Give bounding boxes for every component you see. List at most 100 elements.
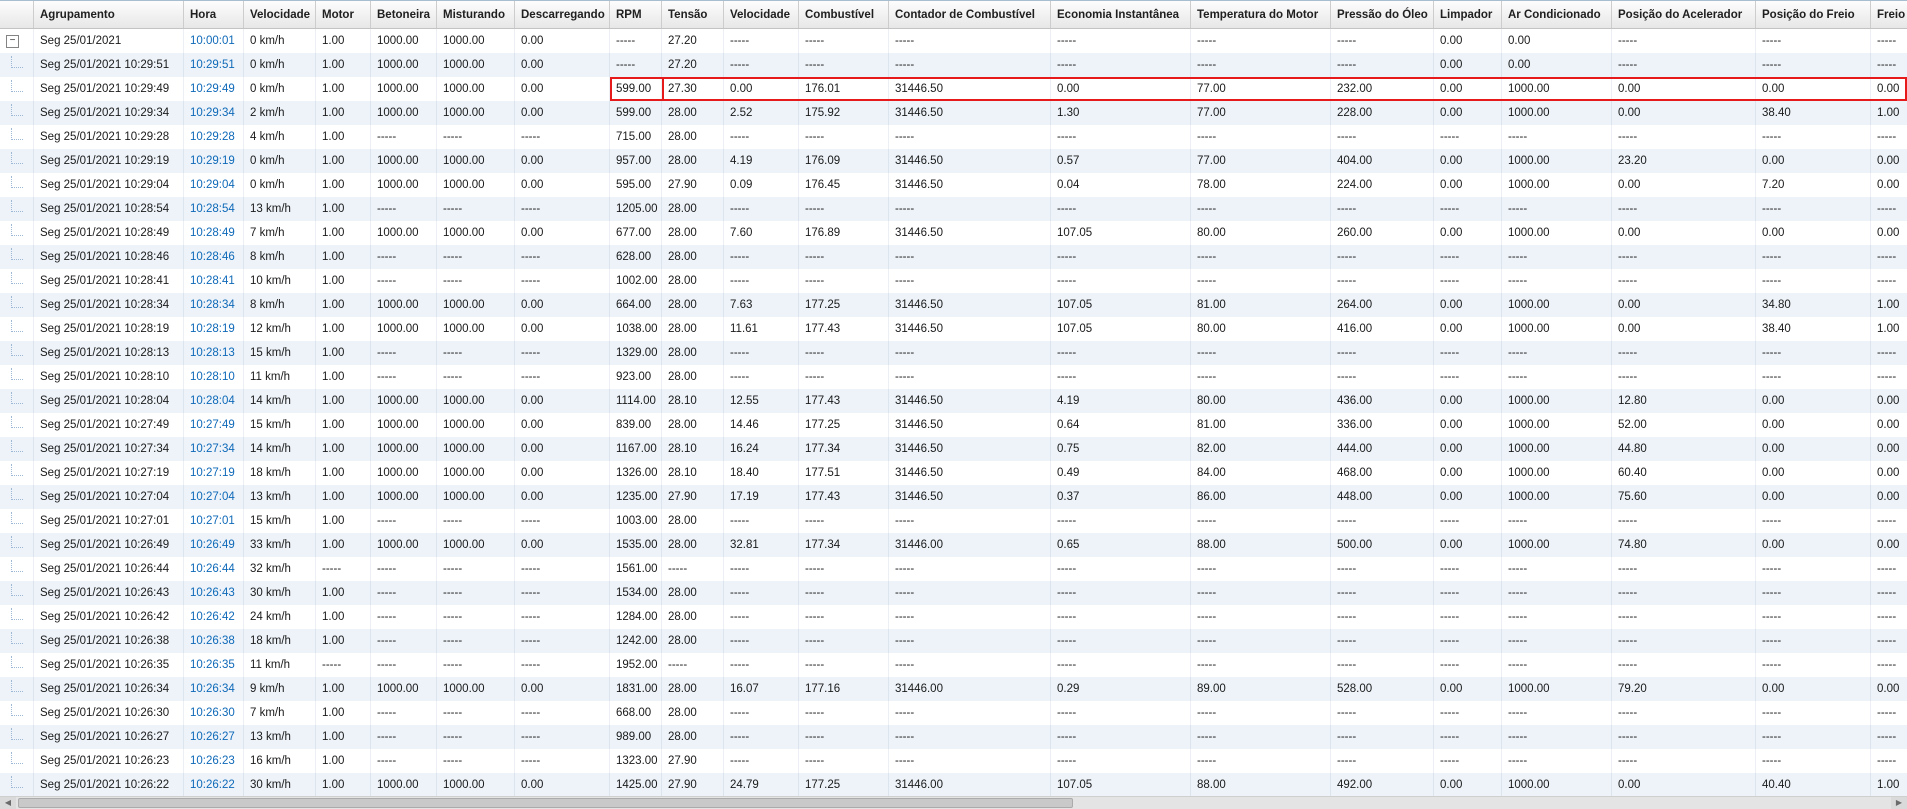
table-row[interactable]: Seg 25/01/2021 10:27:0410:27:0413 km/h1.… (0, 485, 1907, 509)
scroll-right-arrow-icon[interactable]: ▶ (1891, 797, 1907, 809)
table-row[interactable]: Seg 25/01/2021 10:27:1910:27:1918 km/h1.… (0, 461, 1907, 485)
tree-connector-icon (11, 416, 23, 428)
time-link[interactable]: 10:27:19 (190, 467, 243, 479)
scroll-left-arrow-icon[interactable]: ◀ (0, 797, 16, 809)
time-link[interactable]: 10:28:41 (190, 275, 243, 287)
value-cell: 31446.50 (889, 437, 1051, 461)
time-link[interactable]: 10:00:01 (190, 35, 243, 47)
column-header[interactable]: Hora (184, 1, 244, 28)
table-row[interactable]: Seg 25/01/2021 10:26:2710:26:2713 km/h1.… (0, 725, 1907, 749)
table-row[interactable]: Seg 25/01/2021 10:26:3410:26:349 km/h1.0… (0, 677, 1907, 701)
table-row[interactable]: Seg 25/01/2021 10:26:4210:26:4224 km/h1.… (0, 605, 1907, 629)
column-header[interactable]: RPM (610, 1, 662, 28)
table-row[interactable]: Seg 25/01/2021 10:29:0410:29:040 km/h1.0… (0, 173, 1907, 197)
horizontal-scrollbar[interactable]: ◀ ▶ (0, 796, 1907, 809)
table-row[interactable]: Seg 25/01/202110:00:010 km/h1.001000.001… (0, 29, 1907, 53)
column-header[interactable]: Agrupamento (34, 1, 184, 28)
time-link[interactable]: 10:29:04 (190, 179, 243, 191)
column-header[interactable]: Velocidade (724, 1, 799, 28)
table-row[interactable]: Seg 25/01/2021 10:26:2310:26:2316 km/h1.… (0, 749, 1907, 773)
time-link[interactable]: 10:26:22 (190, 779, 243, 791)
table-row[interactable]: Seg 25/01/2021 10:29:1910:29:190 km/h1.0… (0, 149, 1907, 173)
column-header[interactable]: Combustível (799, 1, 889, 28)
time-link[interactable]: 10:28:19 (190, 323, 243, 335)
time-link[interactable]: 10:26:49 (190, 539, 243, 551)
value-cell: ----- (437, 557, 515, 581)
time-link[interactable]: 10:28:04 (190, 395, 243, 407)
table-row[interactable]: Seg 25/01/2021 10:28:0410:28:0414 km/h1.… (0, 389, 1907, 413)
table-row[interactable]: Seg 25/01/2021 10:29:4910:29:490 km/h1.0… (0, 77, 1907, 101)
time-link[interactable]: 10:29:34 (190, 107, 243, 119)
column-header[interactable]: Velocidade (244, 1, 316, 28)
value-cell: 1000.00 (1502, 77, 1612, 101)
table-row[interactable]: Seg 25/01/2021 10:27:3410:27:3414 km/h1.… (0, 437, 1907, 461)
table-row[interactable]: Seg 25/01/2021 10:28:1310:28:1315 km/h1.… (0, 341, 1907, 365)
value-cell: 444.00 (1331, 437, 1434, 461)
column-header[interactable]: Posição do Freio (1756, 1, 1871, 28)
value-cell: 16 km/h (244, 749, 316, 773)
table-row[interactable]: Seg 25/01/2021 10:26:4310:26:4330 km/h1.… (0, 581, 1907, 605)
table-row[interactable]: Seg 25/01/2021 10:29:3410:29:342 km/h1.0… (0, 101, 1907, 125)
table-row[interactable]: Seg 25/01/2021 10:27:0110:27:0115 km/h1.… (0, 509, 1907, 533)
time-link[interactable]: 10:28:10 (190, 371, 243, 383)
column-header[interactable]: Limpador (1434, 1, 1502, 28)
time-link[interactable]: 10:29:51 (190, 59, 243, 71)
time-link[interactable]: 10:26:30 (190, 707, 243, 719)
value-cell: 0.00 (1434, 77, 1502, 101)
time-link[interactable]: 10:26:38 (190, 635, 243, 647)
time-link[interactable]: 10:26:42 (190, 611, 243, 623)
value-cell: 31446.50 (889, 149, 1051, 173)
time-link[interactable]: 10:26:44 (190, 563, 243, 575)
time-link[interactable]: 10:26:35 (190, 659, 243, 671)
table-row[interactable]: Seg 25/01/2021 10:29:5110:29:510 km/h1.0… (0, 53, 1907, 77)
table-row[interactable]: Seg 25/01/2021 10:28:4610:28:468 km/h1.0… (0, 245, 1907, 269)
table-row[interactable]: Seg 25/01/2021 10:28:1010:28:1011 km/h1.… (0, 365, 1907, 389)
time-link[interactable]: 10:28:13 (190, 347, 243, 359)
time-link[interactable]: 10:26:34 (190, 683, 243, 695)
table-row[interactable]: Seg 25/01/2021 10:29:2810:29:284 km/h1.0… (0, 125, 1907, 149)
table-row[interactable]: Seg 25/01/2021 10:26:3010:26:307 km/h1.0… (0, 701, 1907, 725)
column-header[interactable]: Tensão (662, 1, 724, 28)
table-row[interactable]: Seg 25/01/2021 10:28:1910:28:1912 km/h1.… (0, 317, 1907, 341)
time-link[interactable]: 10:28:46 (190, 251, 243, 263)
time-link[interactable]: 10:29:49 (190, 83, 243, 95)
column-header[interactable]: Economia Instantânea (1051, 1, 1191, 28)
table-row[interactable]: Seg 25/01/2021 10:26:2210:26:2230 km/h1.… (0, 773, 1907, 797)
table-row[interactable]: Seg 25/01/2021 10:28:4110:28:4110 km/h1.… (0, 269, 1907, 293)
time-link[interactable]: 10:27:01 (190, 515, 243, 527)
value-cell: 177.25 (799, 773, 889, 797)
column-header[interactable]: Contador de Combustível (889, 1, 1051, 28)
column-header[interactable]: Posição do Acelerador (1612, 1, 1756, 28)
table-row[interactable]: Seg 25/01/2021 10:26:4410:26:4432 km/h--… (0, 557, 1907, 581)
time-link[interactable]: 10:27:49 (190, 419, 243, 431)
value-cell: 0.00 (515, 773, 610, 797)
column-header[interactable]: Temperatura do Motor (1191, 1, 1331, 28)
table-row[interactable]: Seg 25/01/2021 10:26:3810:26:3818 km/h1.… (0, 629, 1907, 653)
time-link[interactable]: 10:29:19 (190, 155, 243, 167)
time-link[interactable]: 10:26:43 (190, 587, 243, 599)
column-header[interactable]: Ar Condicionado (1502, 1, 1612, 28)
table-row[interactable]: Seg 25/01/2021 10:28:4910:28:497 km/h1.0… (0, 221, 1907, 245)
column-header[interactable]: Freio (1871, 1, 1907, 28)
scroll-thumb[interactable] (18, 798, 1073, 808)
table-row[interactable]: Seg 25/01/2021 10:26:3510:26:3511 km/h--… (0, 653, 1907, 677)
time-link[interactable]: 10:26:23 (190, 755, 243, 767)
column-header[interactable]: Descarregando (515, 1, 610, 28)
tree-connector-icon (11, 128, 23, 140)
time-link[interactable]: 10:28:54 (190, 203, 243, 215)
column-header[interactable]: Betoneira (371, 1, 437, 28)
time-link[interactable]: 10:27:04 (190, 491, 243, 503)
table-row[interactable]: Seg 25/01/2021 10:27:4910:27:4915 km/h1.… (0, 413, 1907, 437)
column-header[interactable]: Motor (316, 1, 371, 28)
column-header[interactable]: Misturando (437, 1, 515, 28)
table-row[interactable]: Seg 25/01/2021 10:28:3410:28:348 km/h1.0… (0, 293, 1907, 317)
collapse-expander-button[interactable] (6, 35, 19, 48)
table-row[interactable]: Seg 25/01/2021 10:26:4910:26:4933 km/h1.… (0, 533, 1907, 557)
table-row[interactable]: Seg 25/01/2021 10:28:5410:28:5413 km/h1.… (0, 197, 1907, 221)
time-link[interactable]: 10:28:49 (190, 227, 243, 239)
time-link[interactable]: 10:28:34 (190, 299, 243, 311)
time-link[interactable]: 10:26:27 (190, 731, 243, 743)
time-link[interactable]: 10:27:34 (190, 443, 243, 455)
time-link[interactable]: 10:29:28 (190, 131, 243, 143)
column-header[interactable]: Pressão do Óleo (1331, 1, 1434, 28)
